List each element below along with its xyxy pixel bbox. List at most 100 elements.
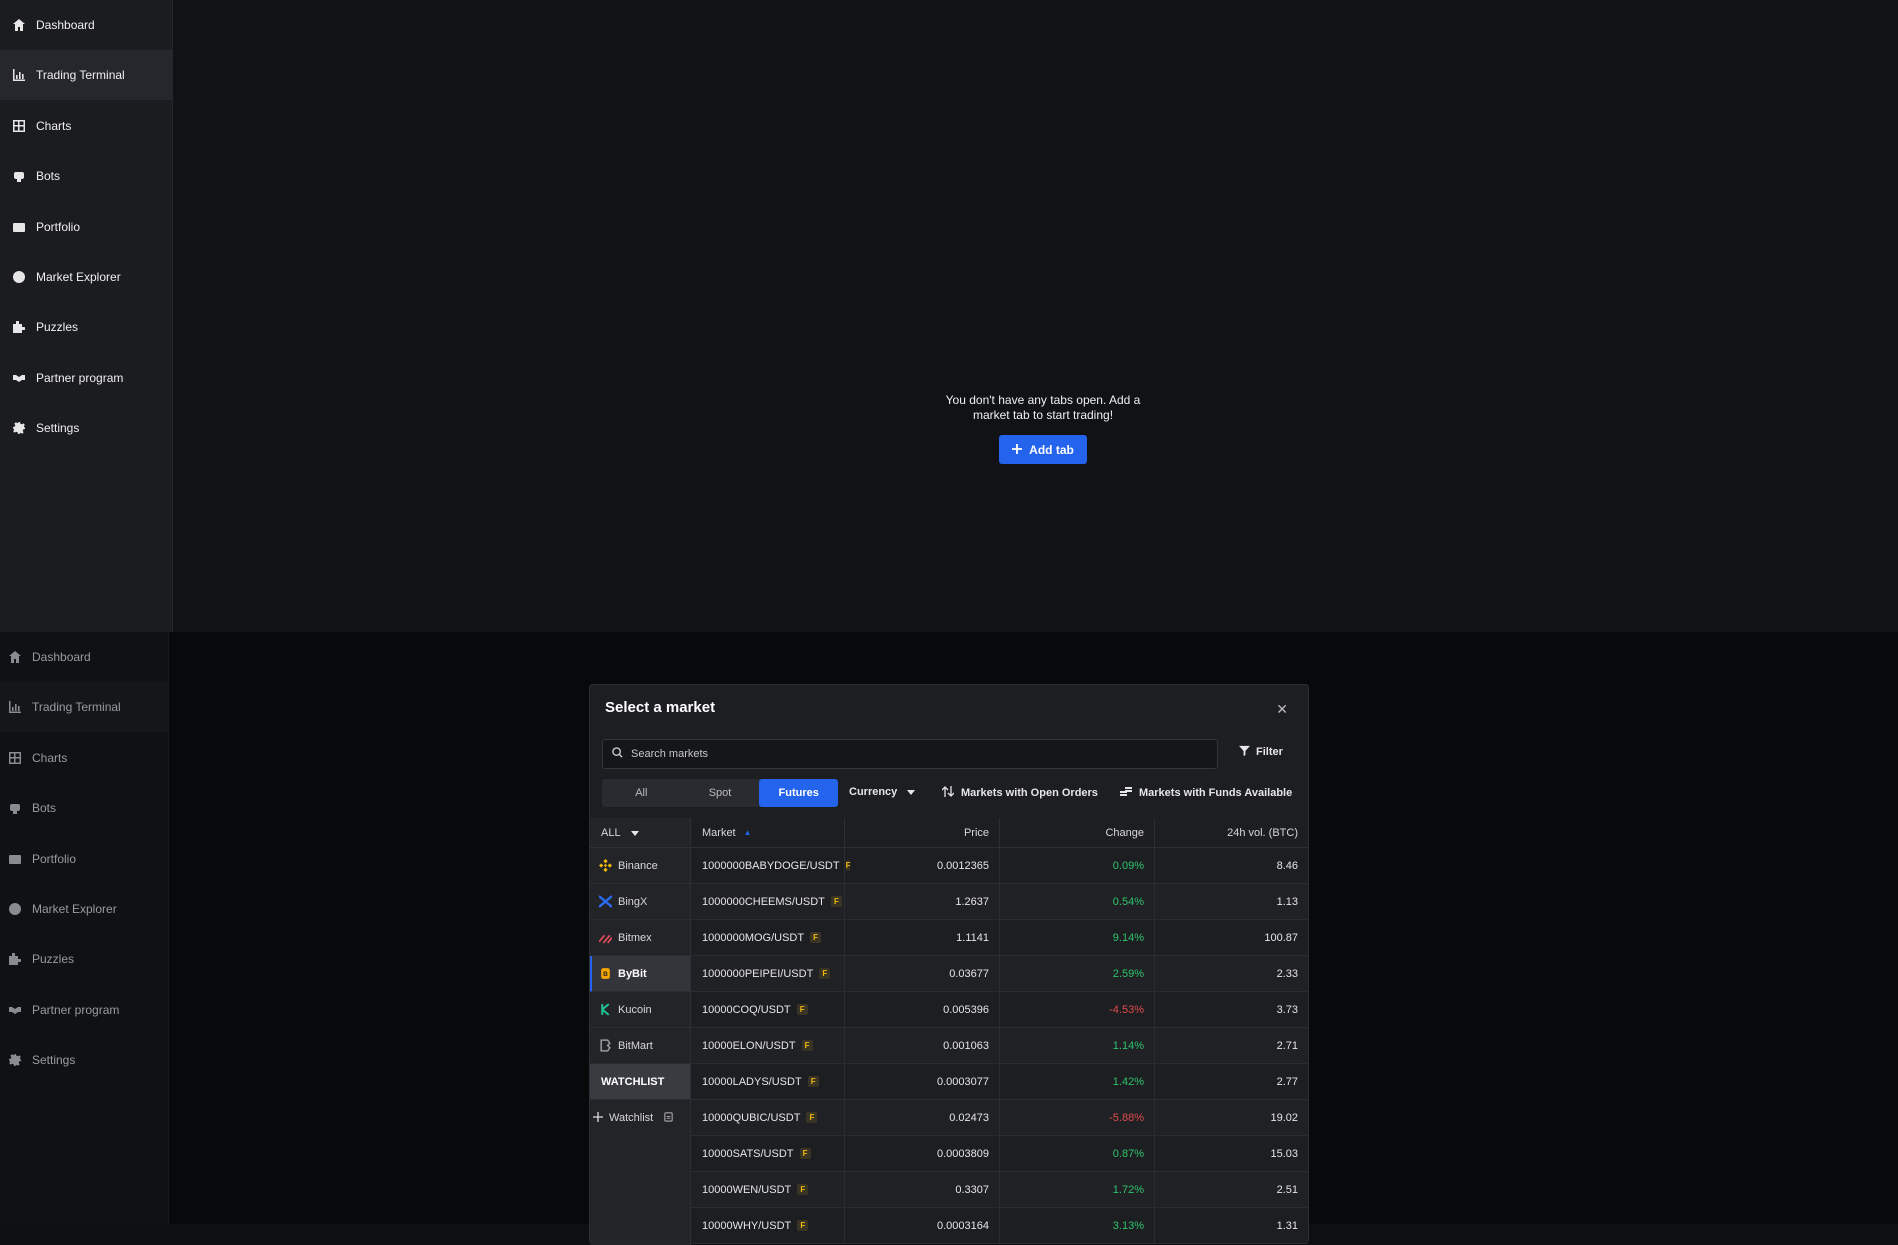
sidebar-item-market-explorer[interactable]: Market Explorer xyxy=(0,884,168,934)
sidebar-item-label: Dashboard xyxy=(32,650,91,664)
sidebar-item-label: Partner program xyxy=(32,1002,120,1017)
price-cell: 0.0003164 xyxy=(845,1208,1000,1243)
sidebar-dimmed: Dashboard Trading Terminal Charts Bots Portf… xyxy=(0,632,169,1224)
search-input[interactable] xyxy=(631,748,1191,760)
sidebar-item-bots[interactable]: Bots xyxy=(0,151,172,201)
market-name: 10000SATS/USDT xyxy=(702,1147,794,1160)
exchange-label: Bitmex xyxy=(618,931,652,944)
puzzle-icon xyxy=(12,320,26,334)
bingx-logo-icon xyxy=(598,895,612,909)
exchange-filter-dropdown[interactable]: ALL xyxy=(590,818,690,848)
currency-dropdown[interactable]: Currency xyxy=(849,786,916,798)
filter-icon xyxy=(1239,745,1250,759)
search-box xyxy=(602,739,1218,769)
sidebar-item-partner-program[interactable]: Partner program xyxy=(0,353,172,403)
sidebar-item-trading-terminal[interactable]: Trading Terminal xyxy=(0,50,172,101)
bitmex-logo-icon xyxy=(598,931,612,945)
table-body: 1000000BABYDOGE/USDT F 0.0012365 0.09% 8.46 1… xyxy=(691,848,1308,1244)
exchange-list: ALL Binance BingX Bitmex B ByBit Kucoin xyxy=(590,818,691,1245)
table-row[interactable]: 1000000PEIPEI/USDT F 0.03677 2.59% 2.33 xyxy=(691,956,1308,992)
sidebar-item-charts[interactable]: Charts xyxy=(0,101,172,151)
wallet-icon xyxy=(8,852,22,866)
sidebar-item-label: Settings xyxy=(32,1053,76,1068)
column-header-market[interactable]: Market ▲ xyxy=(691,818,845,847)
sidebar-item-puzzles[interactable]: Puzzles xyxy=(0,934,168,984)
table-row[interactable]: 1000000CHEEMS/USDT F 1.2637 0.54% 1.13 xyxy=(691,884,1308,920)
sidebar-item-dashboard[interactable]: Dashboard xyxy=(0,0,172,50)
exchange-label: Kucoin xyxy=(618,1003,652,1016)
tab-all[interactable]: All xyxy=(602,779,681,807)
market-cell: 10000ELON/USDT F xyxy=(691,1028,845,1063)
tab-futures[interactable]: Futures xyxy=(759,779,839,807)
exchange-kucoin[interactable]: Kucoin xyxy=(590,992,690,1028)
caret-down-icon xyxy=(630,827,639,839)
volume-cell: 1.31 xyxy=(1276,1219,1298,1232)
price-cell: 0.005396 xyxy=(845,992,1000,1027)
table-row[interactable]: 1000000BABYDOGE/USDT F 0.0012365 0.09% 8.46 xyxy=(691,848,1308,884)
sidebar-item-settings[interactable]: Settings xyxy=(0,403,172,453)
futures-badge: F xyxy=(799,1148,811,1159)
exchange-bybit[interactable]: B ByBit xyxy=(590,956,690,992)
exchange-label: ByBit xyxy=(618,967,647,980)
market-cell: 1000000BABYDOGE/USDT F xyxy=(691,848,851,883)
exchange-bingx[interactable]: BingX xyxy=(590,884,690,920)
table-row[interactable]: 10000QUBIC/USDT F 0.02473 -5.88% 19.02 xyxy=(691,1100,1308,1136)
select-market-modal: Select a market ✕ Filter All Spot Future… xyxy=(589,684,1309,1245)
market-name: 1000000MOG/USDT xyxy=(702,931,805,944)
volume-cell: 2.71 xyxy=(1276,1039,1298,1052)
sidebar-item-label: Market Explorer xyxy=(36,269,121,284)
sidebar-item-label: Market Explorer xyxy=(32,901,117,916)
sidebar-item-puzzles[interactable]: Puzzles xyxy=(0,302,172,352)
table-row[interactable]: 10000SATS/USDT F 0.0003809 0.87% 15.03 xyxy=(691,1136,1308,1172)
column-header-price[interactable]: Price xyxy=(845,818,1000,847)
home-icon xyxy=(12,18,26,32)
filter-button[interactable]: Filter xyxy=(1239,745,1283,759)
sidebar-item-trading-terminal[interactable]: Trading Terminal xyxy=(0,682,168,733)
sidebar-item-settings[interactable]: Settings xyxy=(0,1035,168,1085)
add-tab-button[interactable]: Add tab xyxy=(999,435,1087,464)
import-icon[interactable] xyxy=(663,1111,674,1125)
market-cell: 10000WEN/USDT F xyxy=(691,1172,845,1207)
table-row[interactable]: 10000LADYS/USDT F 0.0003077 1.42% 2.77 xyxy=(691,1064,1308,1100)
column-header-change[interactable]: Change xyxy=(1000,818,1155,847)
exchange-bitmart[interactable]: BitMart xyxy=(590,1028,690,1064)
close-icon[interactable]: ✕ xyxy=(1276,701,1288,718)
futures-badge: F xyxy=(797,1220,809,1231)
price-cell: 0.02473 xyxy=(845,1100,1000,1135)
funds-label: Markets with Funds Available xyxy=(1139,787,1293,799)
sidebar-item-dashboard[interactable]: Dashboard xyxy=(0,632,168,682)
change-cell: 1.42% xyxy=(1000,1064,1155,1099)
open-orders-toggle[interactable]: Markets with Open Orders xyxy=(941,786,1098,800)
sidebar-item-market-explorer[interactable]: Market Explorer xyxy=(0,252,172,302)
exchange-binance[interactable]: Binance xyxy=(590,848,690,884)
table-row[interactable]: 10000WEN/USDT F 0.3307 1.72% 2.51 xyxy=(691,1172,1308,1208)
sidebar-item-label: Puzzles xyxy=(32,952,75,967)
sidebar-item-label: Portfolio xyxy=(32,851,77,866)
column-header-volume[interactable]: 24h vol. (BTC) xyxy=(1155,818,1308,847)
funds-available-toggle[interactable]: Markets with Funds Available xyxy=(1120,786,1292,800)
sidebar-item-portfolio[interactable]: Portfolio xyxy=(0,202,172,252)
sidebar-item-portfolio[interactable]: Portfolio xyxy=(0,834,168,884)
grid-icon xyxy=(12,119,26,133)
change-cell: -5.88% xyxy=(1000,1100,1155,1135)
market-cell: 1000000MOG/USDT F xyxy=(691,920,845,955)
table-row[interactable]: 1000000MOG/USDT F 1.1141 9.14% 100.87 xyxy=(691,920,1308,956)
filter-label: Filter xyxy=(1256,746,1283,758)
sidebar-item-partner-program[interactable]: Partner program xyxy=(0,985,168,1035)
price-cell: 0.0003809 xyxy=(845,1136,1000,1171)
coins-icon xyxy=(1120,786,1132,800)
exchange-filter-label: ALL xyxy=(601,826,621,839)
exchange-bitmex[interactable]: Bitmex xyxy=(590,920,690,956)
currency-label: Currency xyxy=(849,786,898,798)
add-watchlist-button[interactable]: Watchlist xyxy=(590,1100,690,1136)
tab-spot[interactable]: Spot xyxy=(681,779,760,807)
sidebar-item-charts[interactable]: Charts xyxy=(0,733,168,783)
table-row[interactable]: 10000WHY/USDT F 0.0003164 3.13% 1.31 xyxy=(691,1208,1308,1244)
sidebar-item-label: Trading Terminal xyxy=(32,700,121,715)
sidebar-item-bots[interactable]: Bots xyxy=(0,783,168,833)
futures-badge: F xyxy=(801,1040,813,1051)
watchlist-header[interactable]: WATCHLIST xyxy=(590,1064,690,1100)
table-row[interactable]: 10000ELON/USDT F 0.001063 1.14% 2.71 xyxy=(691,1028,1308,1064)
table-row[interactable]: 10000COQ/USDT F 0.005396 -4.53% 3.73 xyxy=(691,992,1308,1028)
exchange-label: BingX xyxy=(618,895,648,908)
